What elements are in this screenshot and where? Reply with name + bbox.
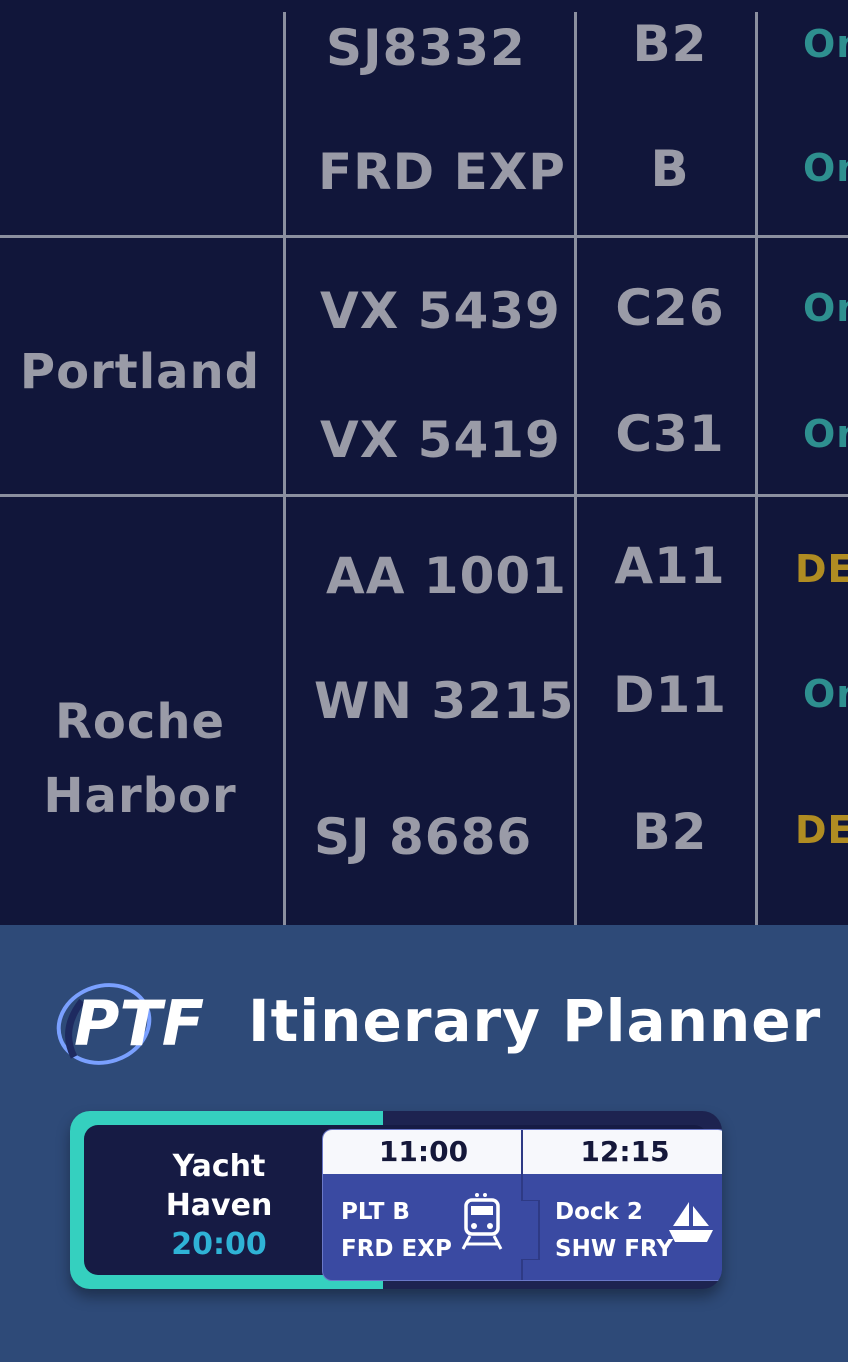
leg-service: FRD EXP (341, 1236, 452, 1262)
status: On (803, 412, 848, 456)
destination: Harbor (43, 768, 237, 824)
column-divider (283, 12, 286, 925)
app-title: Itinerary Planner (248, 987, 822, 1055)
status: On (803, 22, 848, 66)
gate: B (650, 140, 690, 198)
leg-platform: PLT B (341, 1199, 410, 1225)
gate: C26 (615, 279, 725, 337)
row-divider (0, 494, 848, 497)
flight-number: SJ8332 (326, 19, 526, 77)
flight-number: FRD EXP (318, 143, 566, 201)
flight-number: VX 5419 (320, 411, 561, 469)
origin-name: Haven (165, 1188, 273, 1223)
itinerary-card[interactable]: Yacht Haven 20:00 11:00 PLT B FRD EXP 12… (70, 1111, 722, 1289)
svg-text:PTF: PTF (74, 987, 204, 1060)
origin-name: Yacht (172, 1149, 266, 1184)
leg-dock: Dock 2 (555, 1199, 643, 1225)
ptf-logo: PTF (52, 979, 222, 1069)
leg-connector (521, 1200, 540, 1260)
flight-number: SJ 8686 (314, 808, 533, 866)
row-divider (0, 235, 848, 238)
leg-time: 11:00 (323, 1130, 524, 1174)
itinerary-card-body: Yacht Haven 20:00 11:00 PLT B FRD EXP 12… (84, 1125, 722, 1281)
gate: B2 (632, 803, 708, 861)
leg-time: 12:15 (523, 1130, 722, 1174)
status: On (803, 286, 848, 330)
train-icon (461, 1192, 503, 1255)
itinerary-legs: 11:00 PLT B FRD EXP 12:15 Dock 2 SHW FRY (322, 1129, 722, 1281)
status: On (803, 146, 848, 190)
status: On (803, 672, 848, 716)
status: DE (795, 808, 848, 852)
origin-block: Yacht Haven 20:00 (84, 1147, 354, 1264)
status: DE (795, 547, 848, 591)
gate: B2 (632, 15, 708, 73)
flight-number: VX 5439 (320, 282, 561, 340)
leg-service: SHW FRY (555, 1236, 674, 1262)
flight-number: WN 3215 (314, 672, 575, 730)
origin-time: 20:00 (171, 1227, 267, 1262)
column-divider (574, 12, 577, 925)
leg-details: PLT B FRD EXP (341, 1194, 452, 1268)
destination: Portland (19, 344, 261, 400)
departures-board: SJ8332 B2 On FRD EXP B On Portland VX 54… (0, 0, 848, 925)
gate: C31 (615, 405, 725, 463)
itinerary-planner-panel: PTF Itinerary Planner Yacht Haven 20:00 … (0, 925, 848, 1362)
gate: A11 (614, 537, 726, 595)
leg-details: Dock 2 SHW FRY (555, 1194, 673, 1268)
gate: D11 (612, 666, 728, 724)
flight-number: AA 1001 (326, 547, 567, 605)
destination: Roche (54, 694, 226, 750)
sailboat-icon (667, 1200, 715, 1249)
